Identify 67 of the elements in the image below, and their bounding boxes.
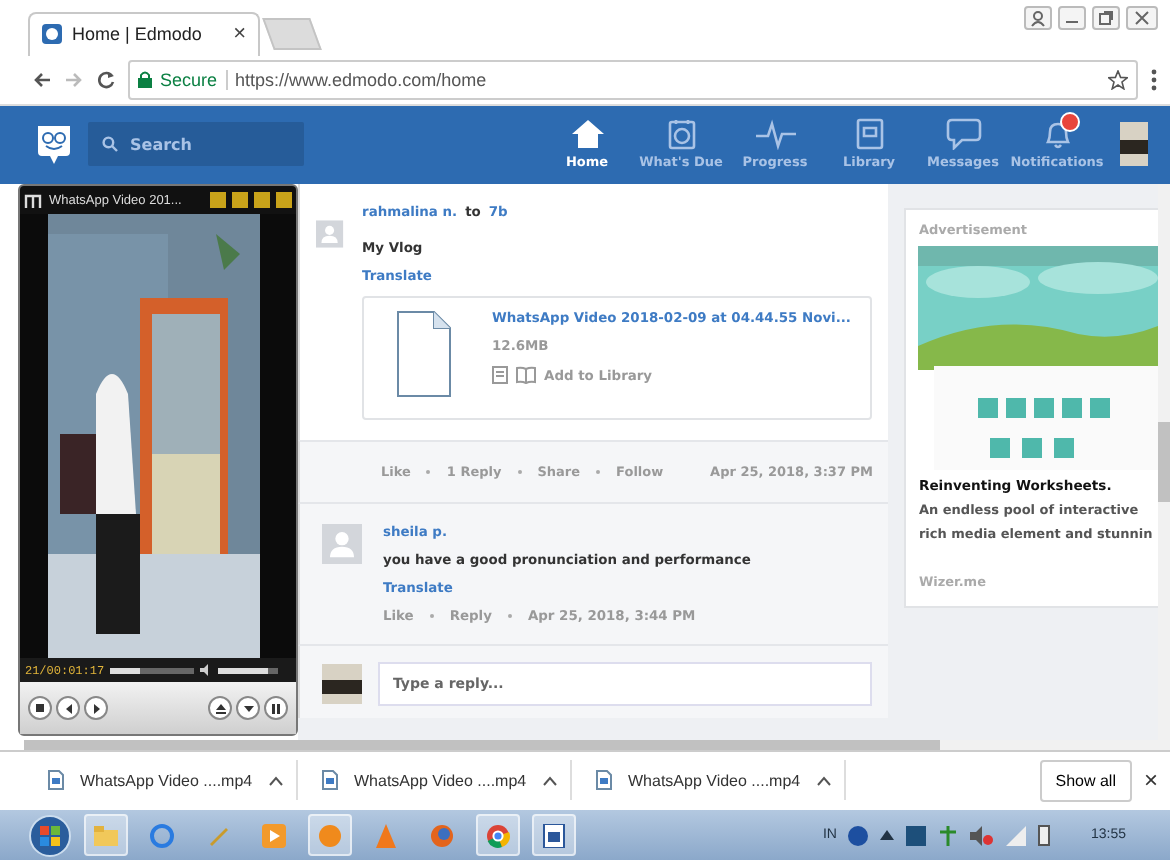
file-icon xyxy=(396,310,453,399)
close-button[interactable] xyxy=(276,192,293,209)
lock-icon xyxy=(138,70,152,89)
calendar-icon xyxy=(665,118,697,151)
chevron-up-icon[interactable] xyxy=(268,775,285,786)
profile-photo[interactable] xyxy=(1120,122,1148,167)
previous-button[interactable] xyxy=(56,696,81,721)
chevron-up-icon[interactable] xyxy=(880,830,895,841)
stop-button[interactable] xyxy=(28,696,53,721)
file-icon xyxy=(322,770,338,791)
eject-icon xyxy=(215,703,226,714)
book-icon xyxy=(853,118,885,151)
reload-icon[interactable] xyxy=(96,69,116,90)
muted-speaker-icon[interactable] xyxy=(970,825,995,846)
avatar-icon xyxy=(322,524,363,565)
battery-icon[interactable] xyxy=(1038,824,1051,847)
play-button[interactable] xyxy=(236,696,261,721)
url-text: https://www.edmodo.com/home xyxy=(225,69,487,90)
restore-icon[interactable] xyxy=(1092,6,1120,30)
close-icon[interactable] xyxy=(1126,6,1158,30)
player-logo-icon xyxy=(24,193,43,208)
seek-slider[interactable] xyxy=(110,667,195,674)
close-icon[interactable]: × xyxy=(233,22,246,47)
stop-icon xyxy=(36,704,45,713)
secure-label: Secure xyxy=(160,69,218,90)
next-icon xyxy=(91,703,102,714)
download-item[interactable]: WhatsApp Video ....mp4 xyxy=(628,771,801,790)
browser-tab[interactable]: Home | Edmodo × xyxy=(28,11,260,56)
close-icon[interactable]: × xyxy=(1143,766,1158,795)
show-all-button[interactable]: Show all xyxy=(1039,759,1132,802)
chevron-up-icon[interactable] xyxy=(816,775,833,786)
search-field[interactable]: Search xyxy=(88,122,304,167)
file-icon xyxy=(596,770,612,791)
pulse-icon xyxy=(753,118,797,151)
download-item[interactable]: WhatsApp Video ....mp4 xyxy=(80,771,253,790)
triangle-icon xyxy=(243,703,254,714)
site-icon xyxy=(42,24,62,45)
minimize-button[interactable] xyxy=(232,192,249,209)
pause-button[interactable] xyxy=(264,696,289,721)
volume-icon[interactable] xyxy=(200,664,213,677)
speech-bubble-icon xyxy=(945,118,981,151)
fullscreen-button[interactable] xyxy=(210,192,227,209)
star-icon[interactable] xyxy=(1108,69,1128,90)
bell-icon xyxy=(1041,118,1073,151)
start-button[interactable] xyxy=(28,813,72,858)
profile-photo xyxy=(322,664,363,705)
home-icon xyxy=(569,118,605,151)
logo-icon[interactable] xyxy=(34,122,74,167)
back-icon[interactable] xyxy=(32,69,52,90)
menu-icon[interactable] xyxy=(1150,67,1158,92)
chrome-icon[interactable] xyxy=(476,814,520,857)
book-icon xyxy=(516,366,537,385)
pause-icon xyxy=(272,703,281,714)
download-item[interactable]: WhatsApp Video ....mp4 xyxy=(354,771,527,790)
maximize-button[interactable] xyxy=(254,192,271,209)
next-button[interactable] xyxy=(84,696,109,721)
search-icon xyxy=(102,136,118,153)
address-bar[interactable]: Secure https://www.edmodo.com/home xyxy=(128,59,1138,100)
eject-button[interactable] xyxy=(208,696,233,721)
scrollbar-thumb[interactable] xyxy=(24,739,941,749)
previous-icon xyxy=(63,703,74,714)
scrollbar-thumb[interactable] xyxy=(1158,421,1170,502)
user-icon[interactable] xyxy=(1024,6,1052,30)
file-icon xyxy=(48,770,64,791)
chevron-up-icon[interactable] xyxy=(542,775,559,786)
volume-slider[interactable] xyxy=(218,667,279,674)
minimize-icon[interactable] xyxy=(1058,6,1086,30)
